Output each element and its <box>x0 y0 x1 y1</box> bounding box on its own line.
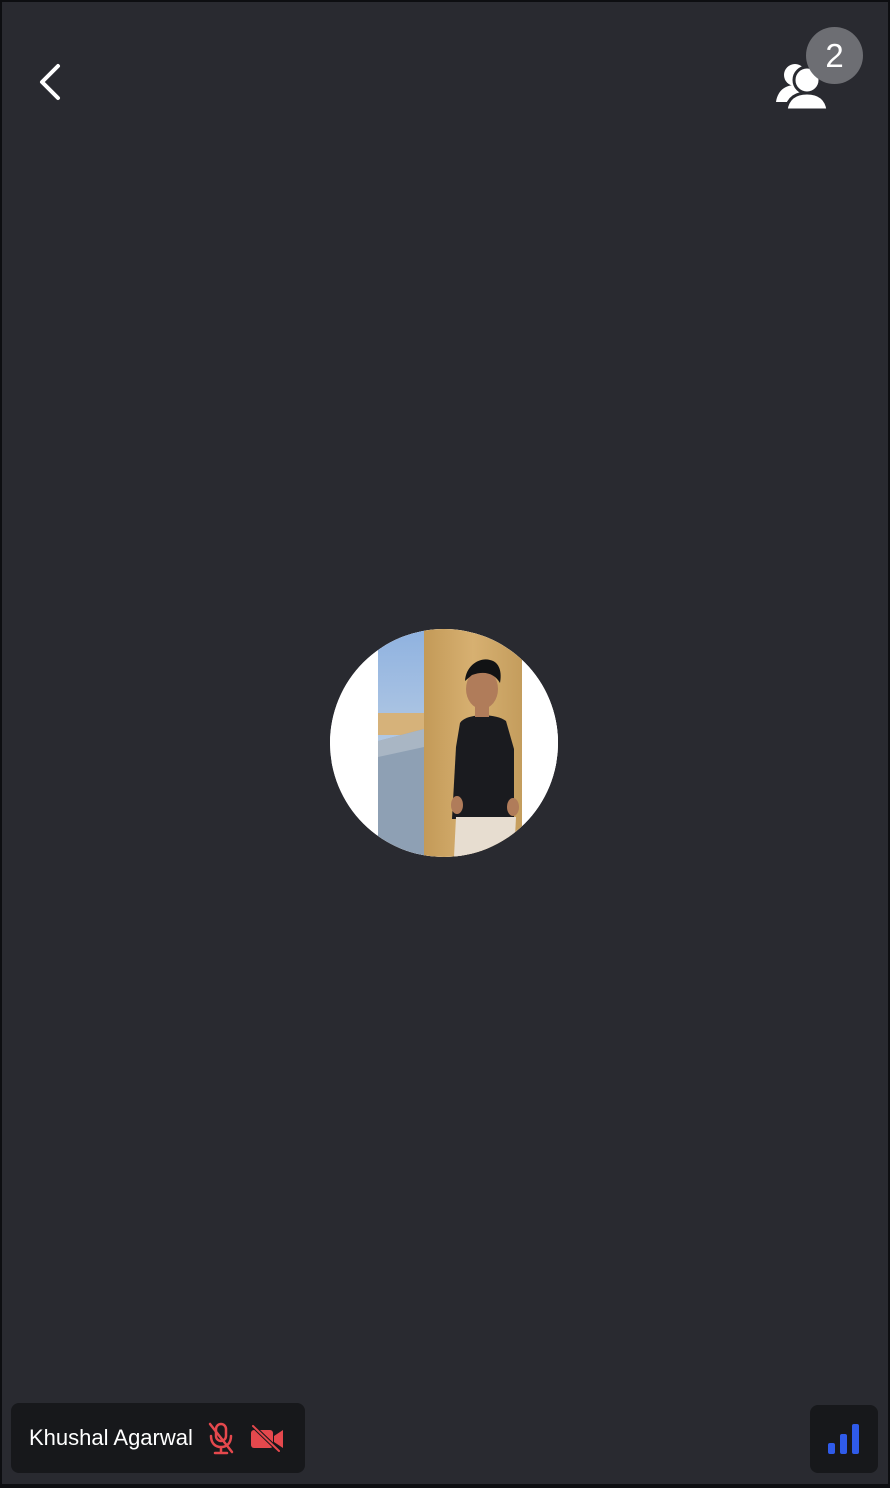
video-off-icon <box>247 1420 287 1456</box>
chevron-left-icon <box>40 64 60 100</box>
back-button[interactable] <box>30 58 70 106</box>
network-quality-button[interactable] <box>810 1405 878 1473</box>
avatar <box>330 629 558 857</box>
microphone-off-icon <box>205 1420 237 1456</box>
signal-bars-icon <box>828 1424 859 1454</box>
participant-name-tile: Khushal Agarwal <box>11 1403 305 1473</box>
participant-name: Khushal Agarwal <box>29 1425 193 1450</box>
participant-count-badge: 2 <box>806 27 863 84</box>
call-screen: 2 Khushal Agarwal <box>2 2 888 1484</box>
